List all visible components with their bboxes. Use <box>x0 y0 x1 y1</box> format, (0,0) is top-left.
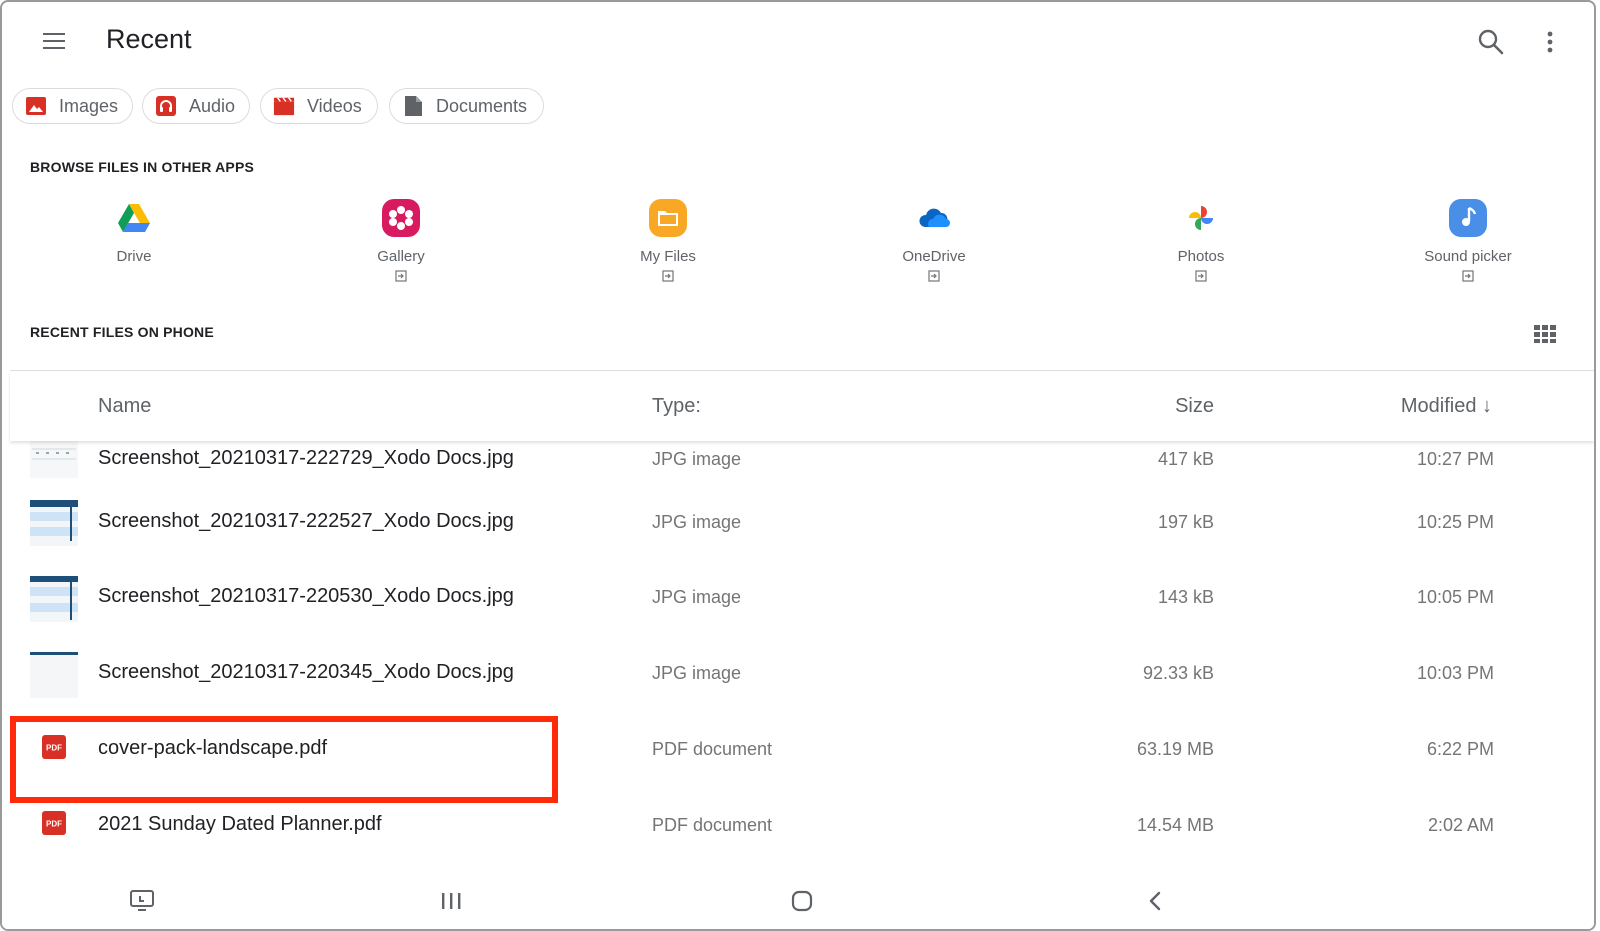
table-row[interactable]: PDF cover-pack-landscape.pdf PDF documen… <box>10 714 1594 789</box>
chip-documents[interactable]: Documents <box>389 88 544 124</box>
app-name: My Files <box>640 248 696 265</box>
column-header-type[interactable]: Type: <box>652 395 701 418</box>
chip-label: Images <box>59 95 119 116</box>
file-size: 417 kB <box>1157 449 1214 469</box>
grid-view-icon[interactable] <box>1534 325 1556 343</box>
open-external-icon <box>1195 269 1207 282</box>
hamburger-menu-icon[interactable] <box>40 30 68 52</box>
file-modified: 6:22 PM <box>1426 739 1494 759</box>
table-row[interactable]: Screenshot_20210317-220345_Xodo Docs.jpg… <box>10 638 1594 713</box>
file-modified: 10:25 PM <box>1416 512 1494 532</box>
back-icon[interactable] <box>1145 889 1165 918</box>
my-files-icon <box>648 198 688 238</box>
file-type: JPG image <box>652 587 742 607</box>
image-thumbnail <box>30 652 78 698</box>
chip-label: Documents <box>436 95 528 116</box>
pdf-icon: PDF <box>42 735 66 759</box>
file-type: PDF document <box>652 815 773 835</box>
table-row[interactable]: PDF 2021 Sunday Dated Planner.pdf PDF do… <box>10 790 1594 865</box>
file-type: PDF document <box>652 739 773 759</box>
file-name: Screenshot_20210317-220345_Xodo Docs.jpg <box>98 661 514 683</box>
file-type: JPG image <box>652 663 742 683</box>
column-header-modified[interactable]: Modified ↓ <box>1401 395 1492 418</box>
drive-icon <box>114 198 154 238</box>
file-type: JPG image <box>652 512 742 532</box>
open-external-icon <box>928 269 940 282</box>
image-thumbnail <box>30 576 78 622</box>
file-name: Screenshot_20210317-222527_Xodo Docs.jpg <box>98 510 514 532</box>
top-app-bar: Recent <box>2 2 1594 82</box>
app-sound-picker[interactable]: Sound picker <box>1378 198 1558 282</box>
more-options-icon[interactable] <box>1540 27 1560 57</box>
recent-files-heading: RECENT FILES ON PHONE <box>30 324 214 340</box>
table-row[interactable]: Screenshot_20210317-222729_Xodo Docs.jpg… <box>10 441 1594 484</box>
app-name: Sound picker <box>1424 248 1512 265</box>
column-header-name[interactable]: Name <box>98 395 151 418</box>
table-row[interactable]: Screenshot_20210317-222527_Xodo Docs.jpg… <box>10 486 1594 561</box>
onedrive-icon <box>914 198 954 238</box>
app-name: Photos <box>1177 248 1225 265</box>
app-gallery[interactable]: Gallery <box>311 198 491 282</box>
file-name: Screenshot_20210317-222729_Xodo Docs.jpg <box>98 447 514 469</box>
open-external-icon <box>1462 269 1474 282</box>
column-header-size[interactable]: Size <box>1175 395 1214 418</box>
file-name: Screenshot_20210317-220530_Xodo Docs.jpg <box>98 585 514 607</box>
app-photos[interactable]: Photos <box>1111 198 1291 282</box>
pdf-icon: PDF <box>42 811 66 835</box>
file-name: 2021 Sunday Dated Planner.pdf <box>98 813 382 835</box>
file-name: cover-pack-landscape.pdf <box>98 737 328 759</box>
open-external-icon <box>662 269 674 282</box>
app-name: Drive <box>116 248 152 265</box>
search-icon[interactable] <box>1476 27 1506 57</box>
app-name: OneDrive <box>902 248 966 265</box>
file-size: 14.54 MB <box>1136 815 1214 835</box>
chip-audio[interactable]: Audio <box>142 88 250 124</box>
file-size: 143 kB <box>1157 587 1214 607</box>
image-thumbnail <box>30 500 78 546</box>
gallery-icon <box>381 198 421 238</box>
chip-label: Audio <box>189 95 236 116</box>
system-navigation-bar <box>2 875 1594 929</box>
file-modified: 10:27 PM <box>1416 449 1494 469</box>
file-modified: 10:05 PM <box>1416 587 1494 607</box>
photos-icon <box>1181 198 1221 238</box>
document-icon <box>402 95 424 117</box>
image-icon <box>25 95 47 117</box>
table-row[interactable]: Screenshot_20210317-220530_Xodo Docs.jpg… <box>10 562 1594 637</box>
file-size: 92.33 kB <box>1142 663 1214 683</box>
image-thumbnail <box>30 441 78 478</box>
app-onedrive[interactable]: OneDrive <box>844 198 1024 282</box>
file-modified: 2:02 AM <box>1427 815 1494 835</box>
chip-label: Videos <box>307 95 362 116</box>
app-name: Gallery <box>377 248 425 265</box>
chip-images[interactable]: Images <box>12 88 133 124</box>
sound-picker-icon <box>1448 198 1488 238</box>
home-icon[interactable] <box>790 889 814 918</box>
file-size: 63.19 MB <box>1136 739 1214 759</box>
app-my-files[interactable]: My Files <box>578 198 758 282</box>
pdf-badge-text: PDF <box>46 744 62 753</box>
files-app-window: Recent Images Audio Videos Documents BRO… <box>0 0 1596 931</box>
clapperboard-icon <box>273 95 295 117</box>
headphones-icon <box>155 95 177 117</box>
file-modified: 10:03 PM <box>1416 663 1494 683</box>
pdf-badge-text: PDF <box>46 820 62 829</box>
chip-videos[interactable]: Videos <box>260 88 378 124</box>
recent-apps-icon[interactable] <box>440 889 462 918</box>
page-title: Recent <box>106 24 192 54</box>
file-list: Screenshot_20210317-222729_Xodo Docs.jpg… <box>10 441 1594 871</box>
open-external-icon <box>395 269 407 282</box>
browse-apps-heading: BROWSE FILES IN OTHER APPS <box>30 159 255 175</box>
file-size: 197 kB <box>1157 512 1214 532</box>
keyboard-switch-icon[interactable] <box>129 889 155 918</box>
table-header: Name Type: Size Modified ↓ <box>10 371 1594 441</box>
file-type: JPG image <box>652 449 742 469</box>
app-drive[interactable]: Drive <box>44 198 224 265</box>
